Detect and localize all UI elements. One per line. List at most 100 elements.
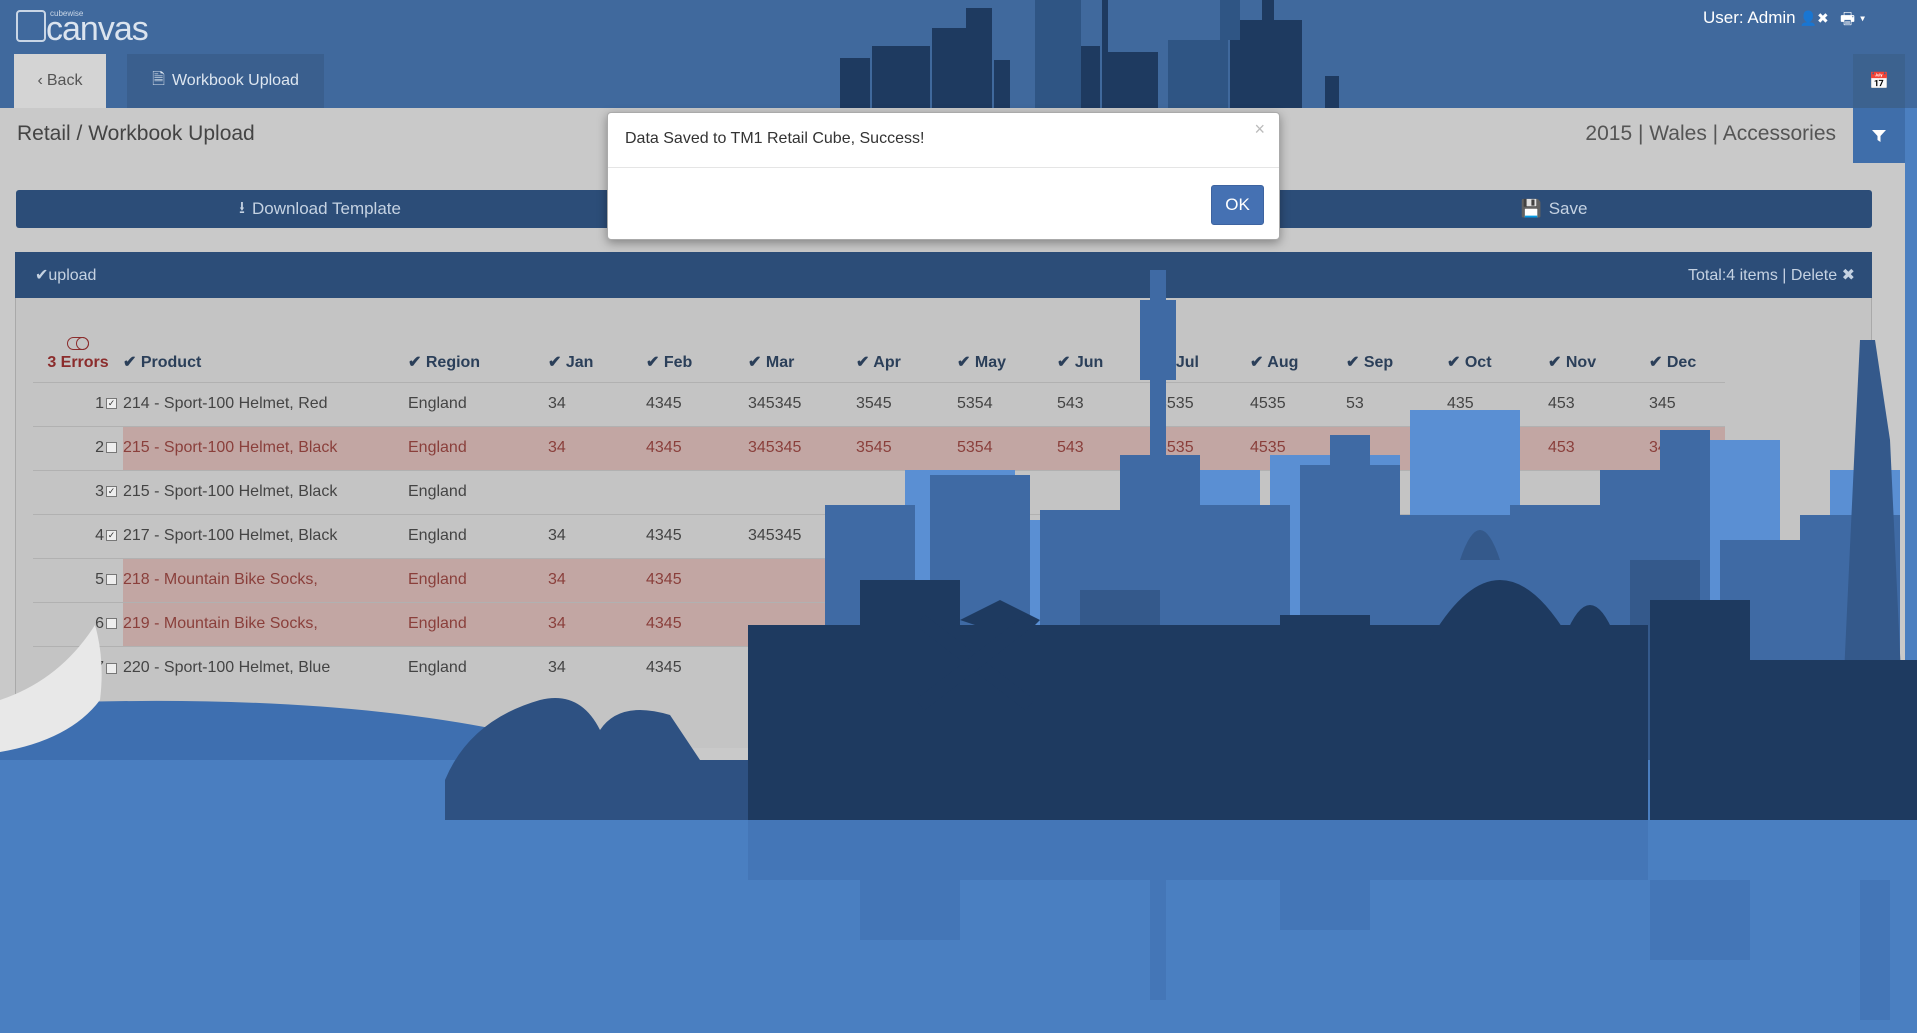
col-product[interactable]: ✔ Product — [123, 318, 408, 382]
value-cell[interactable]: 4535 — [1250, 513, 1346, 558]
value-cell[interactable]: 345 — [1649, 425, 1725, 470]
value-cell[interactable] — [856, 557, 957, 602]
product-cell[interactable]: 220 - Sport-100 Helmet, Blue — [123, 645, 408, 690]
region-cell[interactable]: England — [408, 601, 548, 646]
value-cell[interactable]: 345345 — [748, 513, 856, 558]
value-cell[interactable] — [1346, 645, 1447, 690]
value-cell[interactable]: 453 — [1548, 513, 1649, 558]
row-checkbox[interactable] — [106, 618, 117, 630]
value-cell[interactable]: 53 — [1346, 469, 1447, 514]
save-button[interactable]: 💾 Save — [1236, 190, 1872, 228]
value-cell[interactable] — [1548, 645, 1649, 690]
row-checkbox[interactable]: ✓ — [106, 398, 117, 410]
row-checkbox[interactable]: ✓ — [106, 486, 117, 498]
value-cell[interactable] — [1250, 469, 1346, 514]
value-cell[interactable]: 4535 — [1250, 425, 1346, 470]
value-cell[interactable] — [1548, 601, 1649, 646]
value-cell[interactable] — [1548, 469, 1649, 514]
value-cell[interactable]: 3545 — [856, 425, 957, 470]
value-cell[interactable] — [748, 557, 856, 602]
value-cell[interactable]: 4535 — [1250, 381, 1346, 426]
value-cell[interactable]: 4345 — [646, 381, 748, 426]
product-cell[interactable]: 214 - Sport-100 Helmet, Red — [123, 381, 408, 426]
value-cell[interactable]: 3535 — [1158, 425, 1250, 470]
value-cell[interactable]: 435 — [1447, 381, 1548, 426]
value-cell[interactable] — [957, 645, 1057, 690]
value-cell[interactable] — [548, 469, 646, 514]
value-cell[interactable]: 5354 — [957, 513, 1057, 558]
region-cell[interactable]: England — [408, 645, 548, 690]
filter-button[interactable] — [1853, 108, 1905, 163]
col-sep[interactable]: ✔ Sep — [1346, 318, 1447, 382]
value-cell[interactable] — [1057, 645, 1158, 690]
col-jul[interactable]: ✔ Jul — [1158, 318, 1250, 382]
value-cell[interactable] — [1250, 645, 1346, 690]
value-cell[interactable]: 53 — [1346, 513, 1447, 558]
value-cell[interactable]: 4345 — [646, 513, 748, 558]
value-cell[interactable] — [646, 469, 748, 514]
col-aug[interactable]: ✔ Aug — [1250, 318, 1346, 382]
value-cell[interactable]: 4345 — [646, 601, 748, 646]
value-cell[interactable] — [957, 469, 1057, 514]
value-cell[interactable] — [1250, 601, 1346, 646]
value-cell[interactable]: 34 — [548, 645, 646, 690]
row-checkbox[interactable] — [106, 662, 117, 674]
region-cell[interactable]: England — [408, 425, 548, 470]
value-cell[interactable]: 5354 — [957, 425, 1057, 470]
col-jun[interactable]: ✔ Jun — [1057, 318, 1158, 382]
value-cell[interactable] — [1158, 557, 1250, 602]
value-cell[interactable]: 4345 — [646, 557, 748, 602]
value-cell[interactable]: 453 — [1548, 425, 1649, 470]
value-cell[interactable]: 34 — [548, 381, 646, 426]
value-cell[interactable] — [748, 469, 856, 514]
value-cell[interactable]: 3545 — [856, 513, 957, 558]
value-cell[interactable]: 543 — [1057, 425, 1158, 470]
value-cell[interactable]: 543 — [1057, 513, 1158, 558]
value-cell[interactable] — [1548, 557, 1649, 602]
region-cell[interactable]: England — [408, 513, 548, 558]
value-cell[interactable]: 34 — [548, 425, 646, 470]
value-cell[interactable]: 5354 — [957, 381, 1057, 426]
value-cell[interactable]: 345 — [1649, 381, 1725, 426]
col-nov[interactable]: ✔ Nov — [1548, 318, 1649, 382]
value-cell[interactable]: 53 — [1346, 381, 1447, 426]
product-cell[interactable]: 215 - Sport-100 Helmet, Black — [123, 425, 408, 470]
print-menu[interactable]: 🖶 ▾ — [1840, 8, 1865, 35]
close-icon[interactable]: × — [1254, 119, 1265, 140]
region-cell[interactable]: England — [408, 557, 548, 602]
value-cell[interactable]: 435 — [1447, 469, 1548, 514]
value-cell[interactable] — [748, 601, 856, 646]
value-cell[interactable]: 53 — [1346, 425, 1447, 470]
value-cell[interactable] — [957, 601, 1057, 646]
value-cell[interactable] — [1649, 601, 1725, 646]
col-region[interactable]: ✔ Region — [408, 318, 548, 382]
ok-button[interactable]: OK — [1211, 185, 1264, 225]
download-template-button[interactable]: ⭳ Download Template — [16, 190, 624, 228]
value-cell[interactable] — [1649, 645, 1725, 690]
value-cell[interactable]: 3535 — [1158, 381, 1250, 426]
context-selection[interactable]: 2015 | Wales | Accessories — [1585, 122, 1836, 146]
value-cell[interactable] — [856, 601, 957, 646]
col-feb[interactable]: ✔ Feb — [646, 318, 748, 382]
value-cell[interactable] — [1447, 645, 1548, 690]
value-cell[interactable]: 4345 — [646, 425, 748, 470]
value-cell[interactable] — [1346, 601, 1447, 646]
col-dec[interactable]: ✔ Dec — [1649, 318, 1725, 382]
col-apr[interactable]: ✔ Apr — [856, 318, 957, 382]
value-cell[interactable]: 345345 — [748, 425, 856, 470]
value-cell[interactable] — [1447, 557, 1548, 602]
calendar-button[interactable]: 📅 — [1853, 54, 1905, 108]
value-cell[interactable] — [856, 469, 957, 514]
product-cell[interactable]: 215 - Sport-100 Helmet, Black — [123, 469, 408, 514]
errors-header[interactable]: 3 Errors — [33, 318, 123, 382]
value-cell[interactable]: 453 — [1548, 381, 1649, 426]
value-cell[interactable] — [856, 645, 957, 690]
workbook-upload-tab[interactable]: 🗎 Workbook Upload — [127, 54, 324, 108]
col-oct[interactable]: ✔ Oct — [1447, 318, 1548, 382]
value-cell[interactable] — [1158, 601, 1250, 646]
row-checkbox[interactable]: ✓ — [106, 530, 117, 542]
value-cell[interactable]: 345 — [1649, 469, 1725, 514]
col-may[interactable]: ✔ May — [957, 318, 1057, 382]
region-cell[interactable]: England — [408, 469, 548, 514]
region-cell[interactable]: England — [408, 381, 548, 426]
